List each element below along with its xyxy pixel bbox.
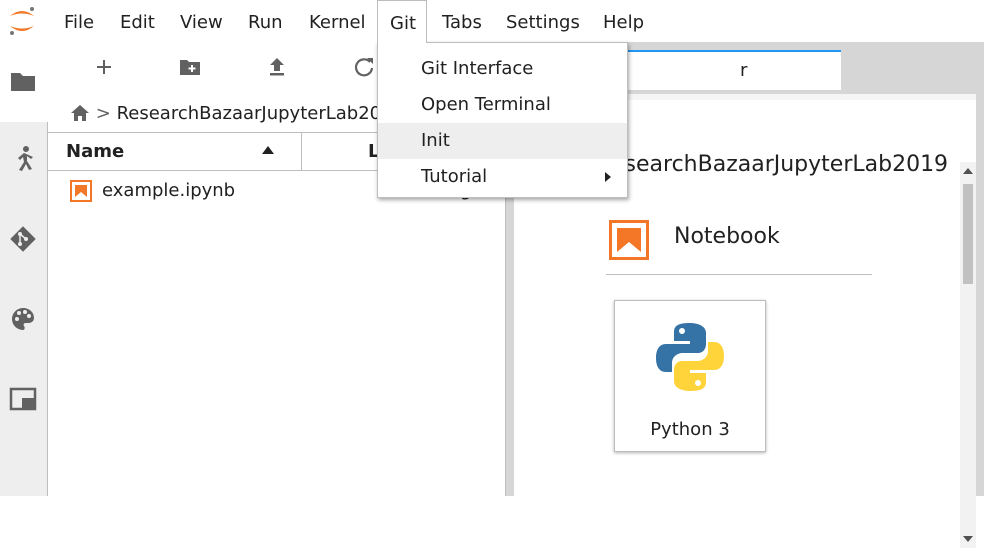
- upload-icon[interactable]: [259, 52, 295, 82]
- menu-settings[interactable]: Settings: [494, 0, 592, 42]
- kernel-label: Python 3: [650, 419, 730, 440]
- scroll-up-icon[interactable]: [963, 168, 973, 174]
- breadcrumb-folder[interactable]: ResearchBazaarJupyterLab2019: [117, 103, 404, 124]
- git-icon[interactable]: [8, 224, 38, 254]
- menu-edit[interactable]: Edit: [108, 0, 167, 42]
- notebook-section-icon: [609, 220, 649, 260]
- menu-git[interactable]: Git: [377, 0, 427, 43]
- launcher-scrollbar[interactable]: [960, 162, 976, 548]
- git-dropdown-menu: Git Interface Open Terminal Init Tutoria…: [377, 42, 628, 198]
- file-name: example.ipynb: [102, 180, 236, 201]
- menu-item-git-interface[interactable]: Git Interface: [378, 51, 627, 87]
- python-logo-icon: [656, 323, 724, 391]
- tab-launcher[interactable]: r: [628, 50, 841, 90]
- menu-file[interactable]: File: [52, 0, 106, 42]
- menu-item-tutorial-label: Tutorial: [421, 166, 488, 187]
- breadcrumb: > ResearchBazaarJupyterLab2019: [70, 100, 404, 128]
- home-icon[interactable]: [70, 104, 90, 122]
- scroll-down-icon[interactable]: [963, 536, 973, 542]
- jupyter-logo: [10, 7, 34, 35]
- menu-item-open-terminal[interactable]: Open Terminal: [378, 87, 627, 123]
- column-name[interactable]: Name: [66, 133, 124, 170]
- tabs-icon[interactable]: [8, 384, 38, 414]
- palette-icon[interactable]: [8, 304, 38, 334]
- menu-item-init[interactable]: Init: [378, 123, 627, 159]
- column-divider[interactable]: [301, 133, 302, 170]
- breadcrumb-separator: >: [95, 103, 111, 124]
- new-launcher-icon[interactable]: [86, 52, 122, 82]
- activity-tab-files[interactable]: [0, 42, 48, 122]
- sort-ascending-icon[interactable]: [262, 146, 274, 154]
- tab-label: r: [740, 60, 748, 81]
- scroll-thumb[interactable]: [963, 184, 973, 284]
- menu-tabs[interactable]: Tabs: [430, 0, 494, 42]
- notebook-icon: [70, 180, 92, 202]
- menu-view[interactable]: View: [168, 0, 235, 42]
- section-title-notebook: Notebook: [674, 224, 780, 249]
- launcher-path: esearchBazaarJupyterLab2019: [611, 152, 949, 177]
- activity-bar: [0, 42, 48, 496]
- menu-help[interactable]: Help: [591, 0, 656, 42]
- section-divider: [606, 274, 872, 275]
- submenu-arrow-icon: [605, 172, 611, 182]
- running-icon[interactable]: [8, 144, 38, 174]
- kernel-card-python3[interactable]: Python 3: [614, 300, 766, 452]
- menu-item-tutorial[interactable]: Tutorial: [378, 159, 627, 195]
- folder-icon: [11, 73, 35, 91]
- new-folder-icon[interactable]: [172, 52, 208, 82]
- menu-bar: File Edit View Run Kernel Git Tabs Setti…: [0, 0, 984, 43]
- menu-kernel[interactable]: Kernel: [297, 0, 378, 42]
- menu-run[interactable]: Run: [236, 0, 295, 42]
